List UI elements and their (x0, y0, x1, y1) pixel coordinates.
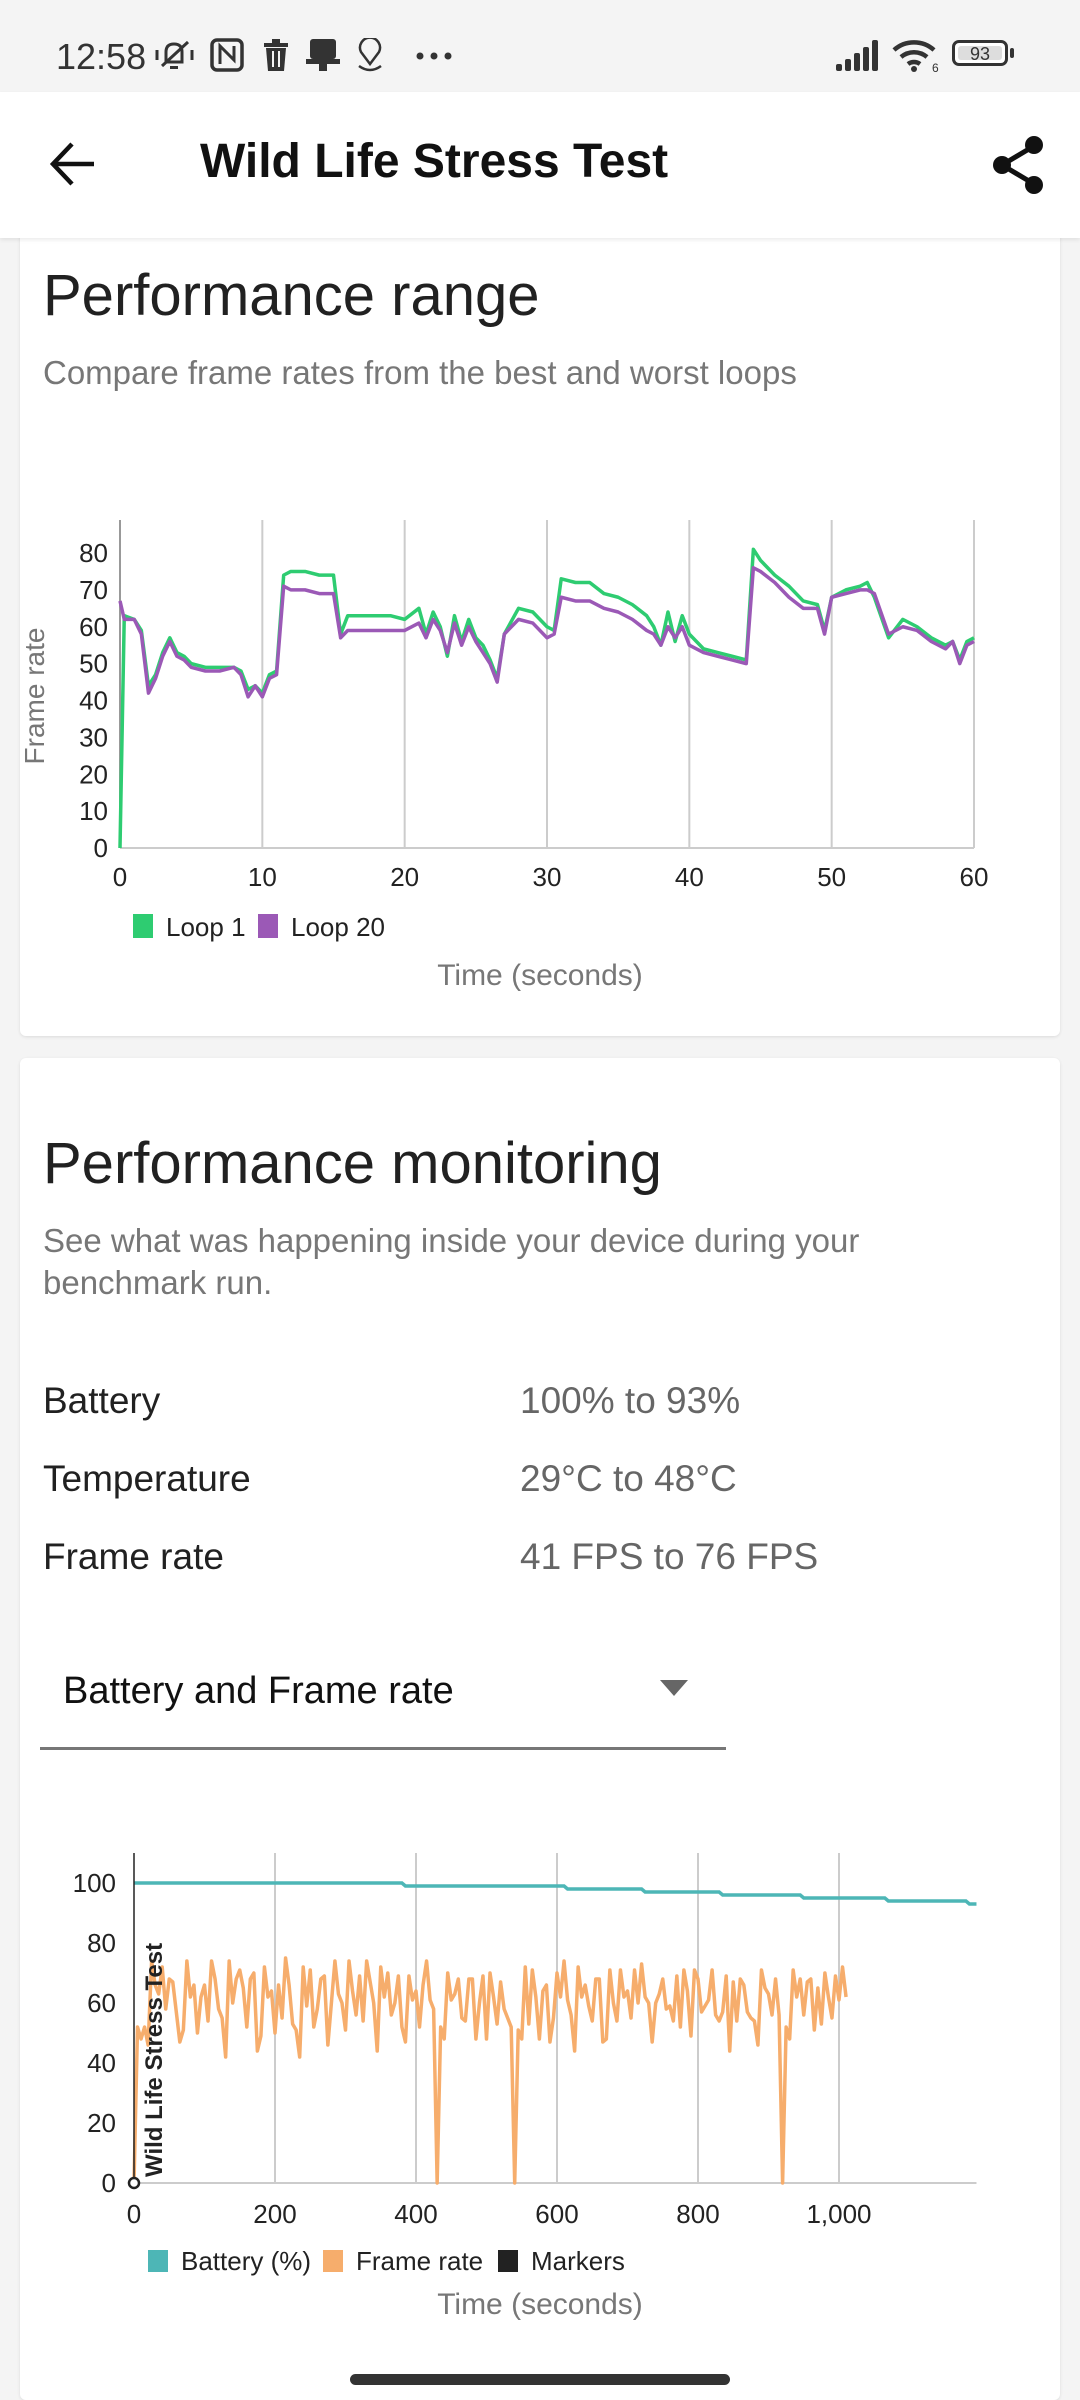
share-icon[interactable] (990, 134, 1046, 196)
chart-type-dropdown[interactable]: Battery and Frame rate (20, 1620, 726, 1750)
app-bar: Wild Life Stress Test (0, 92, 1080, 238)
performance-range-chart: 0 10 20 30 40 50 60 70 80 0 10 20 30 40 50 60 Frame ra… (20, 520, 989, 992)
chart2-xtick-label: 600 (535, 2199, 578, 2229)
performance-range-subtitle: Compare frame rates from the best and wo… (43, 354, 797, 391)
performance-monitoring-subtitle: See what was happening inside your devic… (43, 1222, 860, 1301)
chart2-marker-label: Wild Life Stress Test (141, 1943, 168, 2177)
chart2-ytick-label: 100 (73, 1868, 116, 1898)
chart2-marker-point (127, 2176, 141, 2190)
chart1-ytick-label: 60 (79, 612, 108, 642)
chart1-ytick-label: 20 (79, 759, 108, 789)
wifi-label: 6 (932, 61, 939, 72)
battery-level: 93 (969, 44, 991, 64)
dropdown-selected-value: Battery and Frame rate (63, 1670, 454, 1712)
chart2-ytick-label: 0 (102, 2168, 116, 2198)
chart1-xtick-label: 30 (533, 862, 562, 892)
nfc-icon (210, 38, 244, 72)
location-pin-icon (358, 38, 382, 72)
chart1-xtick-label: 10 (248, 862, 277, 892)
stat-value-temperature: 29°C to 48°C (520, 1458, 737, 1499)
trash-icon (264, 39, 288, 71)
performance-range-title: Performance range (43, 263, 540, 328)
stat-value-battery: 100% to 93% (520, 1380, 741, 1421)
chart2-xtick-label: 0 (127, 2199, 141, 2229)
chart1-ytick-label: 30 (79, 722, 108, 752)
chart2-xtick-label: 1,000 (806, 2199, 871, 2229)
chart1-ytick-label: 50 (79, 649, 108, 679)
chart2-ytick-label: 80 (87, 1928, 116, 1958)
cellular-signal-icon (836, 40, 878, 71)
chart2-series-frame-rate (132, 1956, 848, 2185)
arrow-left-icon[interactable] (48, 138, 100, 190)
battery-icon: 93 (952, 38, 1016, 72)
gesture-bar[interactable] (350, 2374, 730, 2385)
chart2-xtick-label: 200 (253, 2199, 296, 2229)
performance-monitoring-title: Performance monitoring (43, 1131, 662, 1196)
chart1-xtick-label: 60 (960, 862, 989, 892)
legend-swatch-loop20 (258, 914, 278, 938)
legend-label-loop20: Loop 20 (291, 912, 385, 942)
dropdown-arrow-icon (660, 1680, 688, 1696)
legend-label-markers: Markers (531, 2246, 625, 2276)
legend-swatch-battery (148, 2250, 168, 2272)
legend-label-battery: Battery (%) (181, 2246, 311, 2276)
chart2-ytick-label: 20 (87, 2108, 116, 2138)
chart2-series-battery (134, 1881, 977, 1906)
legend-label-loop1: Loop 1 (166, 912, 246, 942)
chart2-xtick-label: 800 (676, 2199, 719, 2229)
dropdown-underline (40, 1747, 726, 1750)
stamp-icon (306, 39, 340, 71)
wifi-icon: 6 (892, 40, 939, 72)
chart1-ytick-label: 0 (94, 833, 108, 863)
chart1-ytick-label: 80 (79, 538, 108, 568)
performance-monitoring-chart: 0 20 40 60 80 100 0 200 400 600 800 1,000 Wild Lif… (73, 1853, 977, 2320)
stat-label-frame-rate: Frame rate (43, 1536, 224, 1577)
legend-swatch-loop1 (133, 914, 153, 938)
stat-value-frame-rate: 41 FPS to 76 FPS (520, 1536, 819, 1577)
stat-label-temperature: Temperature (43, 1458, 251, 1499)
chart2-ytick-label: 60 (87, 1988, 116, 2018)
legend-swatch-frame-rate (323, 2250, 343, 2272)
chart1-ytick-label: 40 (79, 686, 108, 716)
chart1-xlabel: Time (seconds) (437, 959, 643, 992)
vibrate-off-icon (155, 40, 194, 69)
status-time: 12:58 (56, 36, 147, 77)
status-bar: 12:58 6 93 (0, 0, 1080, 92)
legend-swatch-markers (498, 2250, 518, 2272)
page-title: Wild Life Stress Test (200, 135, 669, 188)
chart1-ytick-label: 70 (79, 575, 108, 605)
chart2-xlabel: Time (seconds) (437, 2288, 643, 2320)
chart1-xtick-label: 0 (113, 862, 127, 892)
more-dots-icon (416, 52, 452, 60)
chart2-ytick-label: 40 (87, 2048, 116, 2078)
chart2-xtick-label: 400 (394, 2199, 437, 2229)
legend-label-frame-rate: Frame rate (356, 2246, 483, 2276)
chart1-ytick-label: 10 (79, 796, 108, 826)
chart1-ylabel: Frame rate (20, 628, 50, 765)
chart1-xtick-label: 20 (390, 862, 419, 892)
chart1-xtick-label: 50 (817, 862, 846, 892)
chart1-xtick-label: 40 (675, 862, 704, 892)
stat-label-battery: Battery (43, 1380, 161, 1421)
